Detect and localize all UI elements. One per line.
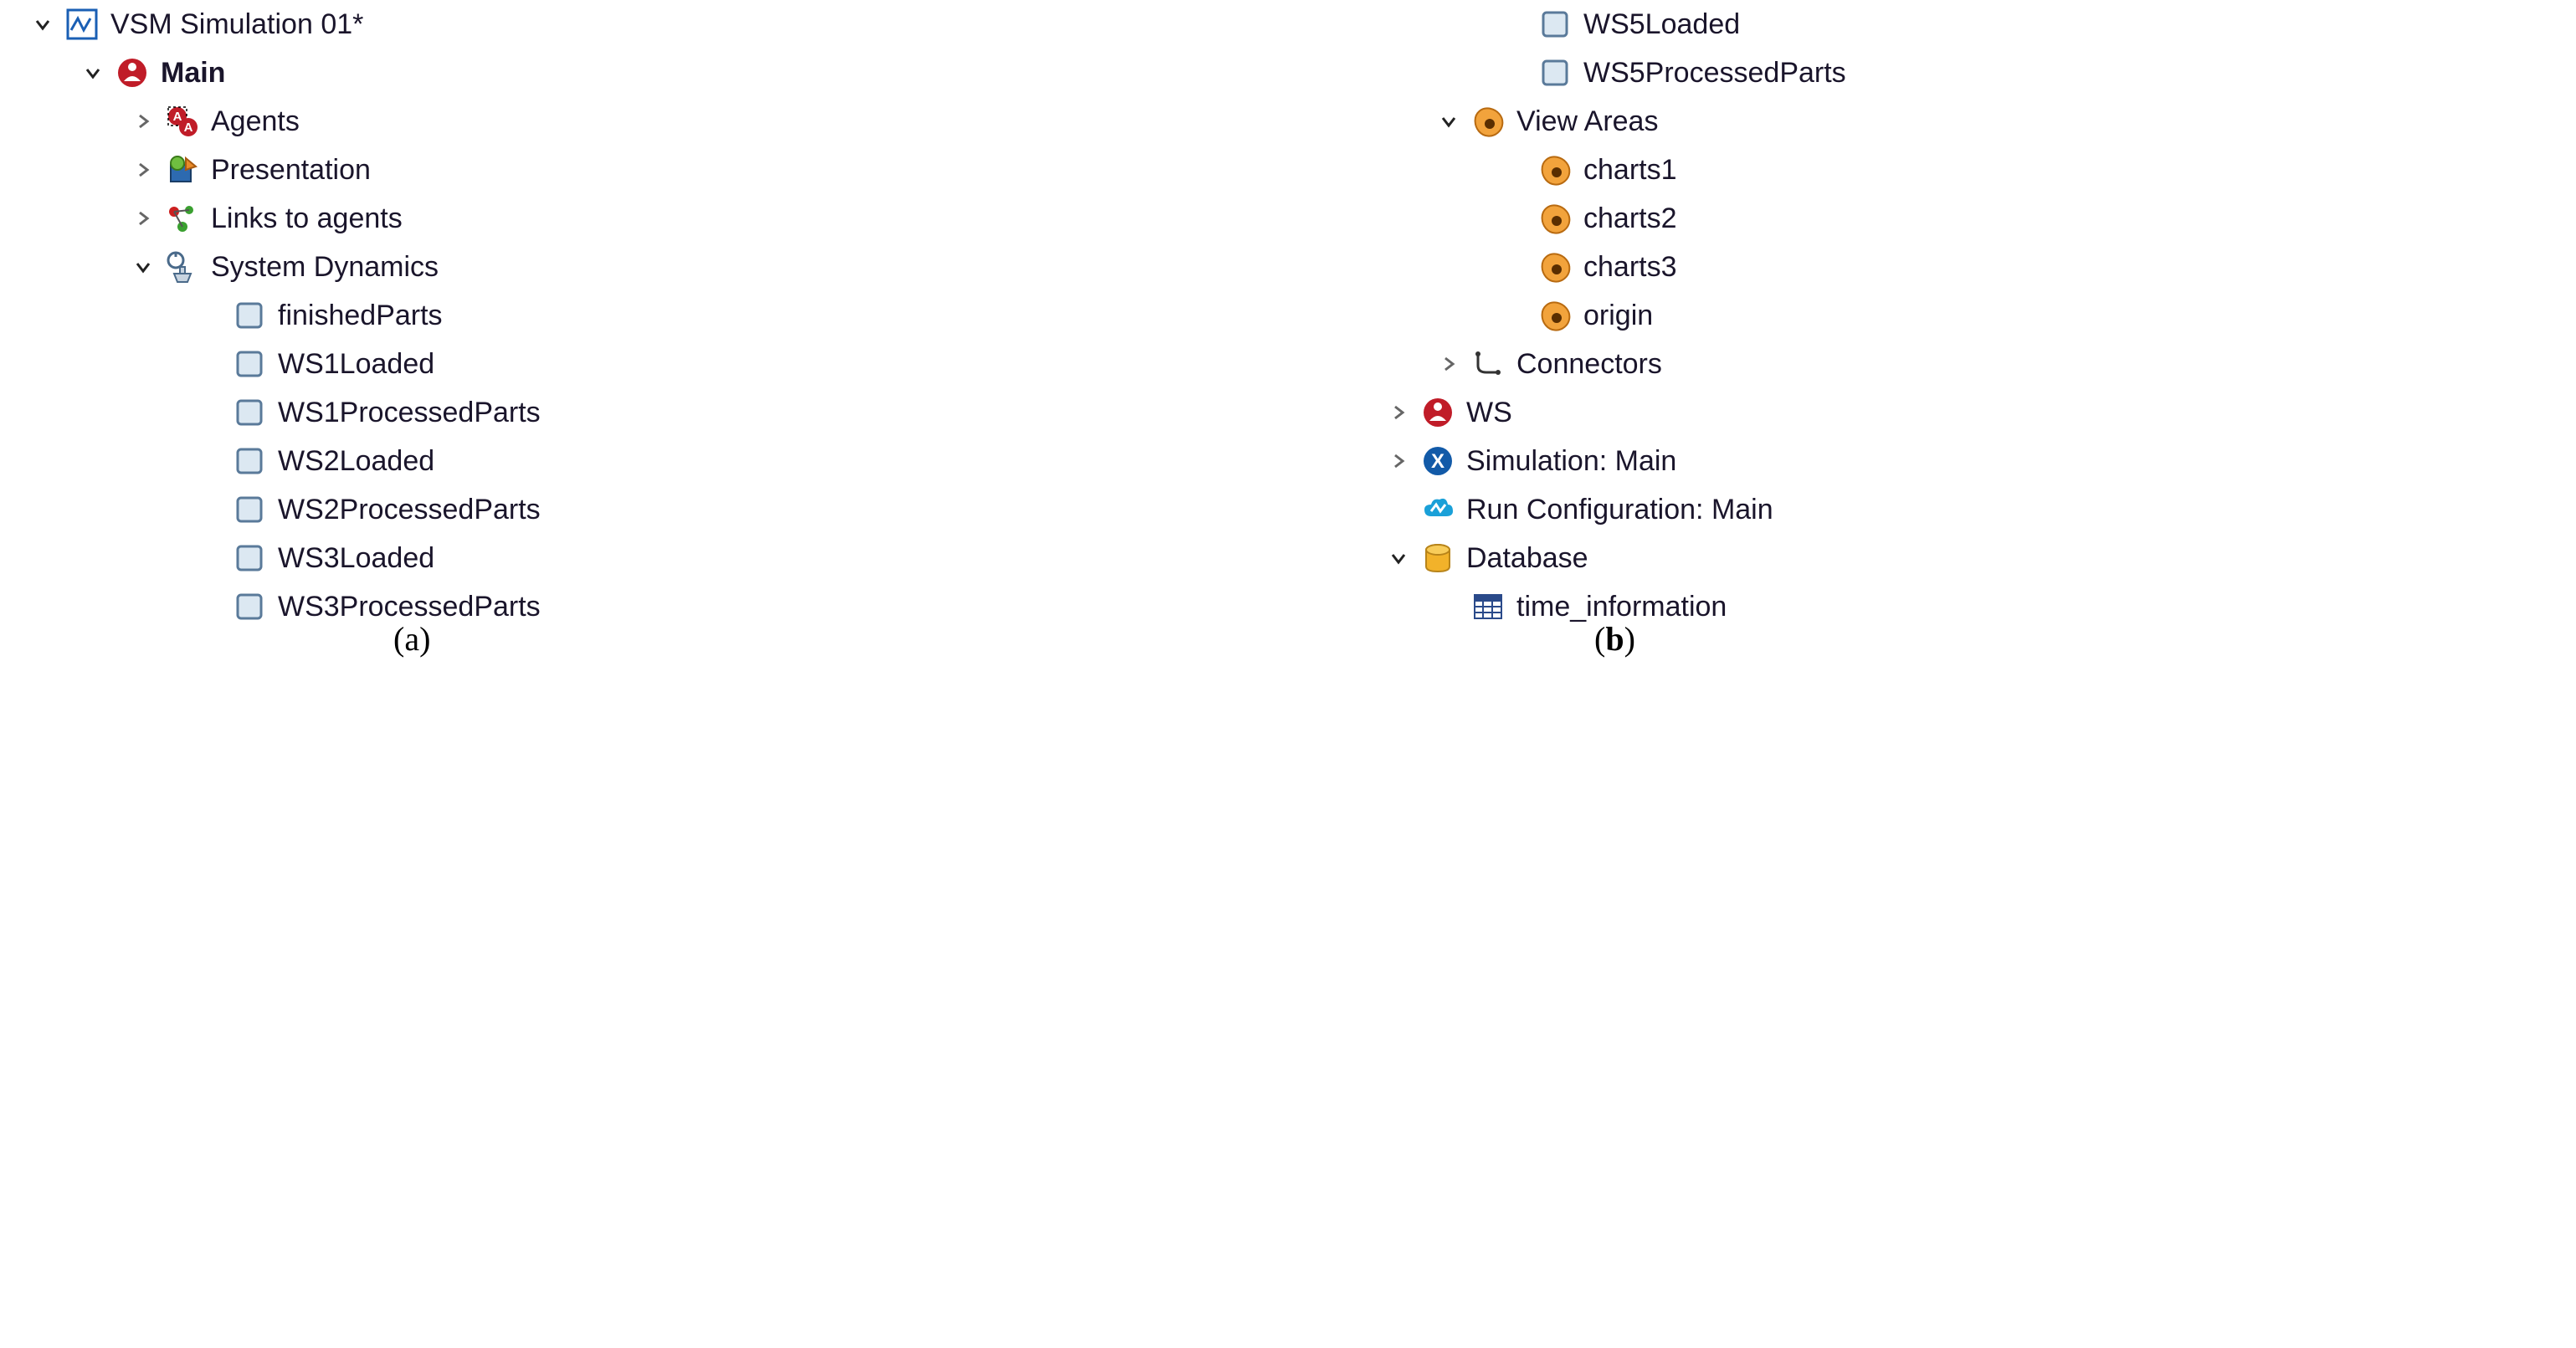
viewareas-label: View Areas	[1516, 103, 1658, 140]
variable-icon	[231, 540, 268, 577]
presentation-label: Presentation	[211, 151, 371, 188]
viewarea-label: charts2	[1583, 200, 1677, 237]
chevron-down-icon[interactable]	[1431, 104, 1466, 139]
tree-item-var[interactable]: WS1Loaded	[0, 340, 954, 388]
variable-icon	[231, 394, 268, 431]
simulation-label: Simulation: Main	[1466, 443, 1676, 479]
tree-item-project[interactable]: VSM Simulation 01*	[0, 0, 954, 49]
database-icon	[1419, 540, 1456, 577]
tree-item-viewarea[interactable]: charts3	[1306, 243, 2260, 291]
experiment-icon	[1419, 443, 1456, 479]
tree-item-presentation[interactable]: Presentation	[0, 146, 954, 194]
links-label: Links to agents	[211, 200, 403, 237]
tree-item-var[interactable]: WS2Loaded	[0, 437, 954, 485]
tree-item-runconfig[interactable]: Run Configuration: Main	[1306, 485, 2260, 534]
var-label: WS5ProcessedParts	[1583, 54, 1846, 91]
chevron-right-icon[interactable]	[126, 152, 161, 187]
chevron-right-icon[interactable]	[126, 104, 161, 139]
view-area-icon	[1537, 200, 1573, 237]
tree-item-links[interactable]: Links to agents	[0, 194, 954, 243]
agents-label: Agents	[211, 103, 300, 140]
tree-item-var[interactable]: WS3Loaded	[0, 534, 954, 582]
var-label: finishedParts	[278, 297, 443, 334]
tree-item-var[interactable]: finishedParts	[0, 291, 954, 340]
chevron-right-icon[interactable]	[126, 201, 161, 236]
variable-icon	[231, 443, 268, 479]
connectors-icon	[1470, 346, 1506, 382]
database-label: Database	[1466, 540, 1588, 577]
subfigure-label-a: (a)	[393, 619, 430, 659]
tree-item-agents[interactable]: Agents	[0, 97, 954, 146]
view-area-icon	[1537, 151, 1573, 188]
model-icon	[64, 6, 100, 43]
var-label: WS5Loaded	[1583, 6, 1740, 43]
chevron-down-icon[interactable]	[1381, 541, 1416, 576]
viewarea-label: charts1	[1583, 151, 1677, 188]
chevron-down-icon[interactable]	[126, 249, 161, 284]
var-label: WS3Loaded	[278, 540, 434, 577]
tree-item-viewareas[interactable]: View Areas	[1306, 97, 2260, 146]
chevron-down-icon[interactable]	[25, 7, 60, 42]
tree-item-var[interactable]: WS1ProcessedParts	[0, 388, 954, 437]
tree-item-table[interactable]: time_information	[1306, 582, 2260, 631]
variable-icon	[1537, 6, 1573, 43]
chevron-right-icon[interactable]	[1381, 443, 1416, 479]
variable-icon	[231, 297, 268, 334]
tree-item-viewarea[interactable]: charts1	[1306, 146, 2260, 194]
tree-item-viewarea[interactable]: charts2	[1306, 194, 2260, 243]
sysdyn-label: System Dynamics	[211, 249, 439, 285]
chevron-right-icon[interactable]	[1381, 395, 1416, 430]
var-label: WS1ProcessedParts	[278, 394, 541, 431]
connectors-label: Connectors	[1516, 346, 1662, 382]
tree-item-var[interactable]: WS5ProcessedParts	[1306, 49, 2260, 97]
tree-item-var[interactable]: WS2ProcessedParts	[0, 485, 954, 534]
runconfig-label: Run Configuration: Main	[1466, 491, 1773, 528]
tree-item-sysdyn[interactable]: System Dynamics	[0, 243, 954, 291]
variable-icon	[231, 346, 268, 382]
table-icon	[1470, 588, 1506, 625]
project-label: VSM Simulation 01*	[110, 6, 363, 43]
viewarea-label: charts3	[1583, 249, 1677, 285]
view-area-icon	[1470, 103, 1506, 140]
tree-item-var[interactable]: WS5Loaded	[1306, 0, 2260, 49]
chevron-down-icon[interactable]	[75, 55, 110, 90]
agents-icon	[164, 103, 201, 140]
tree-item-simulation[interactable]: Simulation: Main	[1306, 437, 2260, 485]
var-label: WS1Loaded	[278, 346, 434, 382]
view-area-icon	[1537, 249, 1573, 285]
ws-label: WS	[1466, 394, 1512, 431]
variable-icon	[231, 491, 268, 528]
links-icon	[164, 200, 201, 237]
tree-item-main[interactable]: Main	[0, 49, 954, 97]
tree-item-ws[interactable]: WS	[1306, 388, 2260, 437]
main-label: Main	[161, 54, 225, 91]
tree-item-var[interactable]: WS3ProcessedParts	[0, 582, 954, 631]
view-area-icon	[1537, 297, 1573, 334]
agent-icon	[1419, 394, 1456, 431]
tree-item-connectors[interactable]: Connectors	[1306, 340, 2260, 388]
tree-item-database[interactable]: Database	[1306, 534, 2260, 582]
subfigure-label-b: (b)	[1594, 619, 1635, 659]
presentation-icon	[164, 151, 201, 188]
cloud-icon	[1419, 491, 1456, 528]
viewarea-label: origin	[1583, 297, 1653, 334]
chevron-right-icon[interactable]	[1431, 346, 1466, 382]
var-label: WS2ProcessedParts	[278, 491, 541, 528]
var-label: WS2Loaded	[278, 443, 434, 479]
system-dynamics-icon	[164, 249, 201, 285]
tree-item-viewarea[interactable]: origin	[1306, 291, 2260, 340]
agent-icon	[114, 54, 151, 91]
variable-icon	[231, 588, 268, 625]
variable-icon	[1537, 54, 1573, 91]
